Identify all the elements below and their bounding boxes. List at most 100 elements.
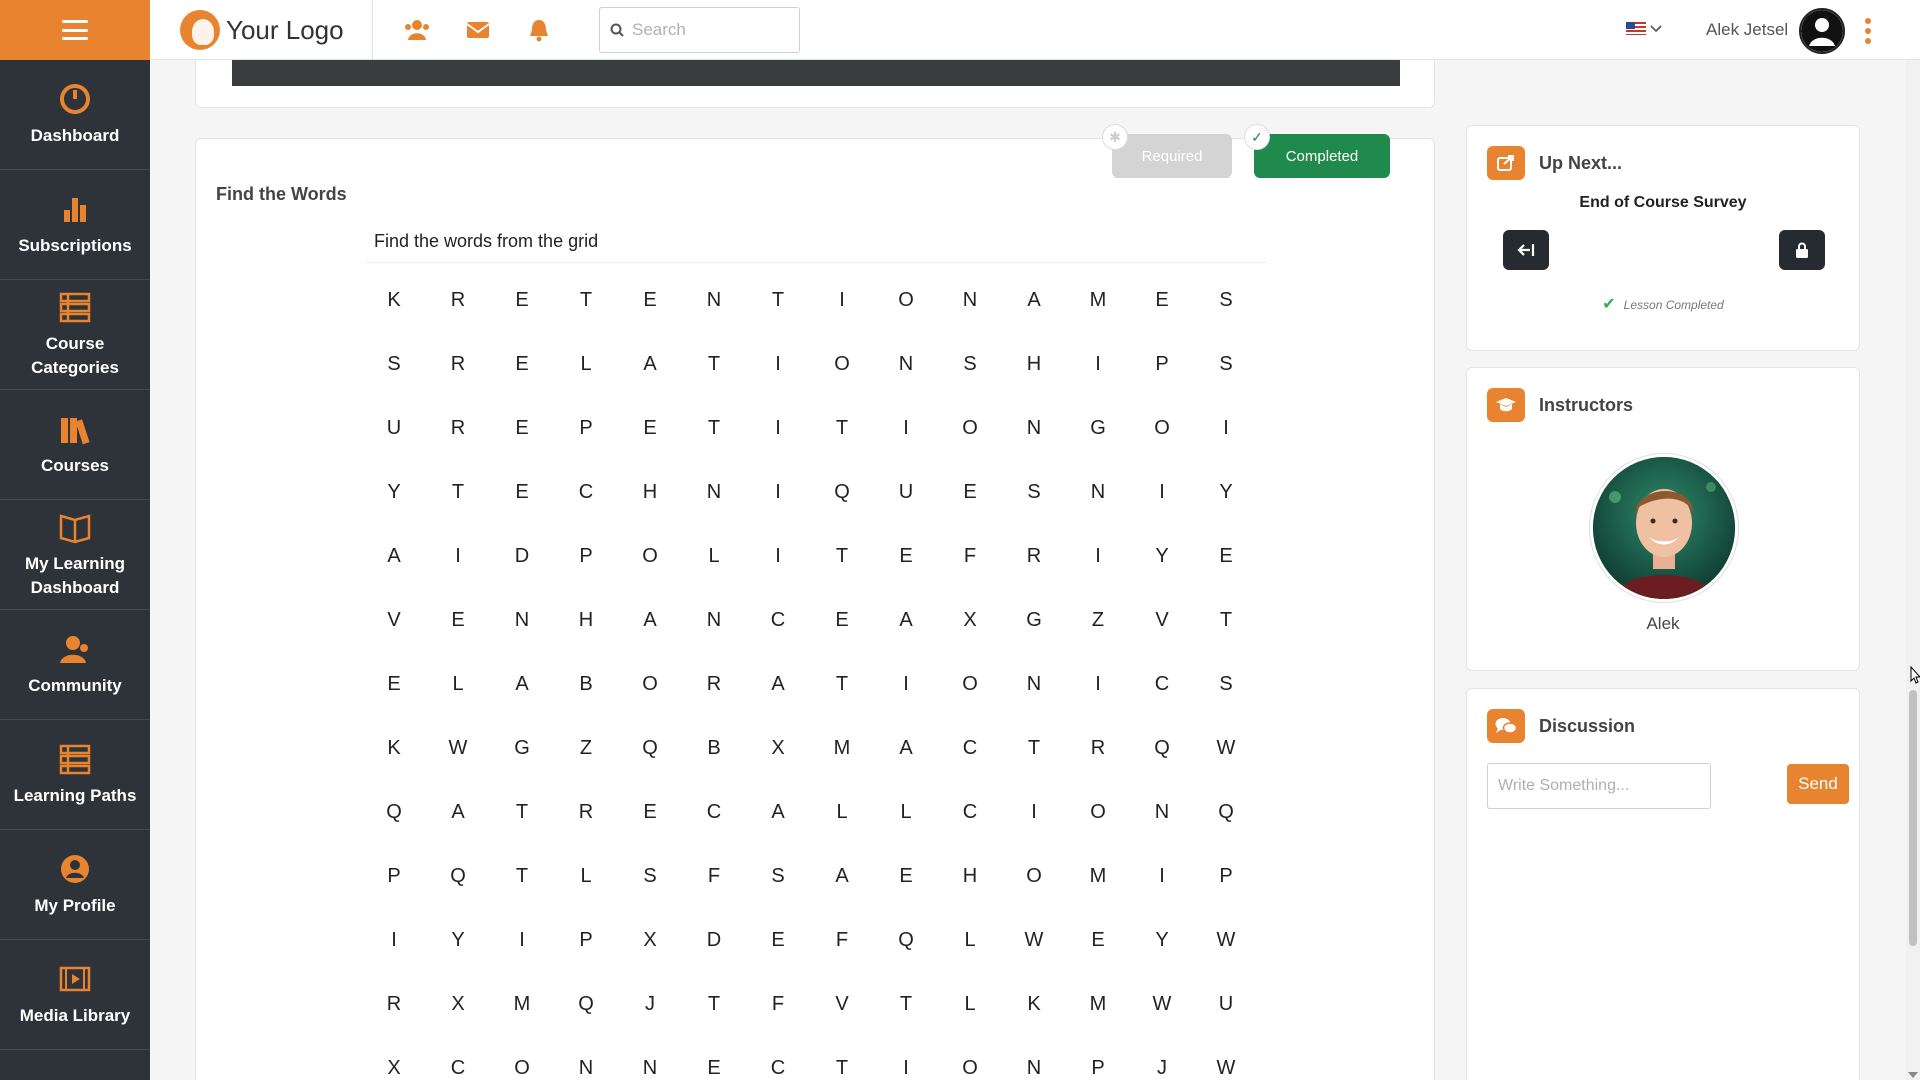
grid-cell[interactable]: N <box>1002 417 1066 440</box>
grid-cell[interactable]: P <box>1066 1057 1130 1080</box>
grid-cell[interactable]: S <box>1194 289 1258 312</box>
grid-cell[interactable]: Q <box>554 993 618 1016</box>
grid-cell[interactable]: O <box>938 417 1002 440</box>
kebab-menu-icon[interactable] <box>1864 18 1872 44</box>
grid-cell[interactable]: T <box>554 289 618 312</box>
grid-cell[interactable]: S <box>1194 353 1258 376</box>
grid-cell[interactable]: W <box>1194 737 1258 760</box>
grid-cell[interactable]: E <box>810 609 874 632</box>
grid-cell[interactable]: L <box>874 801 938 824</box>
grid-cell[interactable]: Z <box>554 737 618 760</box>
grid-cell[interactable]: N <box>1002 1057 1066 1080</box>
grid-cell[interactable]: B <box>682 737 746 760</box>
grid-cell[interactable]: T <box>490 801 554 824</box>
grid-cell[interactable]: I <box>426 545 490 568</box>
grid-cell[interactable]: X <box>618 929 682 952</box>
grid-cell[interactable]: E <box>1194 545 1258 568</box>
grid-cell[interactable]: T <box>746 289 810 312</box>
user-avatar-icon[interactable] <box>1799 8 1845 54</box>
sidebar-item-dashboard[interactable]: Dashboard <box>0 60 150 170</box>
grid-cell[interactable]: N <box>1002 673 1066 696</box>
sidebar-item-my-profile[interactable]: My Profile <box>0 830 150 940</box>
video-player-bar[interactable] <box>232 60 1400 86</box>
grid-cell[interactable]: T <box>682 417 746 440</box>
grid-cell[interactable]: X <box>746 737 810 760</box>
grid-cell[interactable]: O <box>938 673 1002 696</box>
grid-cell[interactable]: C <box>682 801 746 824</box>
grid-cell[interactable]: D <box>682 929 746 952</box>
grid-cell[interactable]: M <box>490 993 554 1016</box>
grid-cell[interactable]: O <box>1002 865 1066 888</box>
grid-cell[interactable]: A <box>1002 289 1066 312</box>
sidebar-item-courses[interactable]: Courses <box>0 390 150 500</box>
grid-cell[interactable]: C <box>746 1057 810 1080</box>
grid-cell[interactable]: P <box>1130 353 1194 376</box>
users-icon[interactable] <box>404 18 430 42</box>
grid-cell[interactable]: N <box>682 289 746 312</box>
grid-cell[interactable]: E <box>490 289 554 312</box>
grid-cell[interactable]: I <box>746 353 810 376</box>
scrollbar-thumb[interactable] <box>1909 690 1917 946</box>
grid-cell[interactable]: H <box>554 609 618 632</box>
grid-cell[interactable]: L <box>810 801 874 824</box>
grid-cell[interactable]: E <box>490 417 554 440</box>
grid-cell[interactable]: L <box>938 929 1002 952</box>
grid-cell[interactable]: E <box>618 417 682 440</box>
grid-cell[interactable]: C <box>938 801 1002 824</box>
grid-cell[interactable]: S <box>362 353 426 376</box>
grid-cell[interactable]: T <box>682 993 746 1016</box>
grid-cell[interactable]: C <box>746 609 810 632</box>
send-button[interactable]: Send <box>1787 764 1849 804</box>
grid-cell[interactable]: E <box>1066 929 1130 952</box>
grid-cell[interactable]: F <box>682 865 746 888</box>
grid-cell[interactable]: T <box>810 417 874 440</box>
grid-cell[interactable]: P <box>554 545 618 568</box>
grid-cell[interactable]: A <box>490 673 554 696</box>
grid-cell[interactable]: I <box>746 545 810 568</box>
grid-cell[interactable]: A <box>618 353 682 376</box>
grid-cell[interactable]: Q <box>874 929 938 952</box>
grid-cell[interactable]: S <box>618 865 682 888</box>
scrollbar[interactable] <box>1906 60 1920 1080</box>
grid-cell[interactable]: E <box>1130 289 1194 312</box>
grid-cell[interactable]: R <box>1002 545 1066 568</box>
grid-cell[interactable]: G <box>490 737 554 760</box>
grid-cell[interactable]: R <box>1066 737 1130 760</box>
grid-cell[interactable]: E <box>490 353 554 376</box>
grid-cell[interactable]: L <box>682 545 746 568</box>
mail-icon[interactable] <box>465 18 491 42</box>
grid-cell[interactable]: N <box>1130 801 1194 824</box>
grid-cell[interactable]: E <box>938 481 1002 504</box>
grid-cell[interactable]: U <box>874 481 938 504</box>
grid-cell[interactable]: T <box>682 353 746 376</box>
grid-cell[interactable]: G <box>1066 417 1130 440</box>
grid-cell[interactable]: I <box>874 417 938 440</box>
grid-cell[interactable]: W <box>1002 929 1066 952</box>
grid-cell[interactable]: I <box>490 929 554 952</box>
next-course-title[interactable]: End of Course Survey <box>1467 194 1859 212</box>
grid-cell[interactable]: X <box>362 1057 426 1080</box>
grid-cell[interactable]: R <box>682 673 746 696</box>
grid-cell[interactable]: T <box>874 993 938 1016</box>
grid-cell[interactable]: I <box>362 929 426 952</box>
grid-cell[interactable]: V <box>362 609 426 632</box>
scroll-down-arrow-icon[interactable] <box>1908 1072 1918 1078</box>
grid-cell[interactable]: D <box>490 545 554 568</box>
grid-cell[interactable]: F <box>938 545 1002 568</box>
grid-cell[interactable]: A <box>362 545 426 568</box>
grid-cell[interactable]: N <box>1066 481 1130 504</box>
grid-cell[interactable]: A <box>874 609 938 632</box>
grid-cell[interactable]: E <box>490 481 554 504</box>
grid-cell[interactable]: P <box>362 865 426 888</box>
grid-cell[interactable]: M <box>1066 865 1130 888</box>
grid-cell[interactable]: T <box>1194 609 1258 632</box>
grid-cell[interactable]: S <box>1194 673 1258 696</box>
grid-cell[interactable]: C <box>938 737 1002 760</box>
grid-cell[interactable]: Y <box>362 481 426 504</box>
grid-cell[interactable]: K <box>362 737 426 760</box>
previous-lesson-button[interactable] <box>1503 230 1549 270</box>
grid-cell[interactable]: N <box>682 609 746 632</box>
grid-cell[interactable]: E <box>362 673 426 696</box>
grid-cell[interactable]: B <box>554 673 618 696</box>
grid-cell[interactable]: E <box>874 865 938 888</box>
